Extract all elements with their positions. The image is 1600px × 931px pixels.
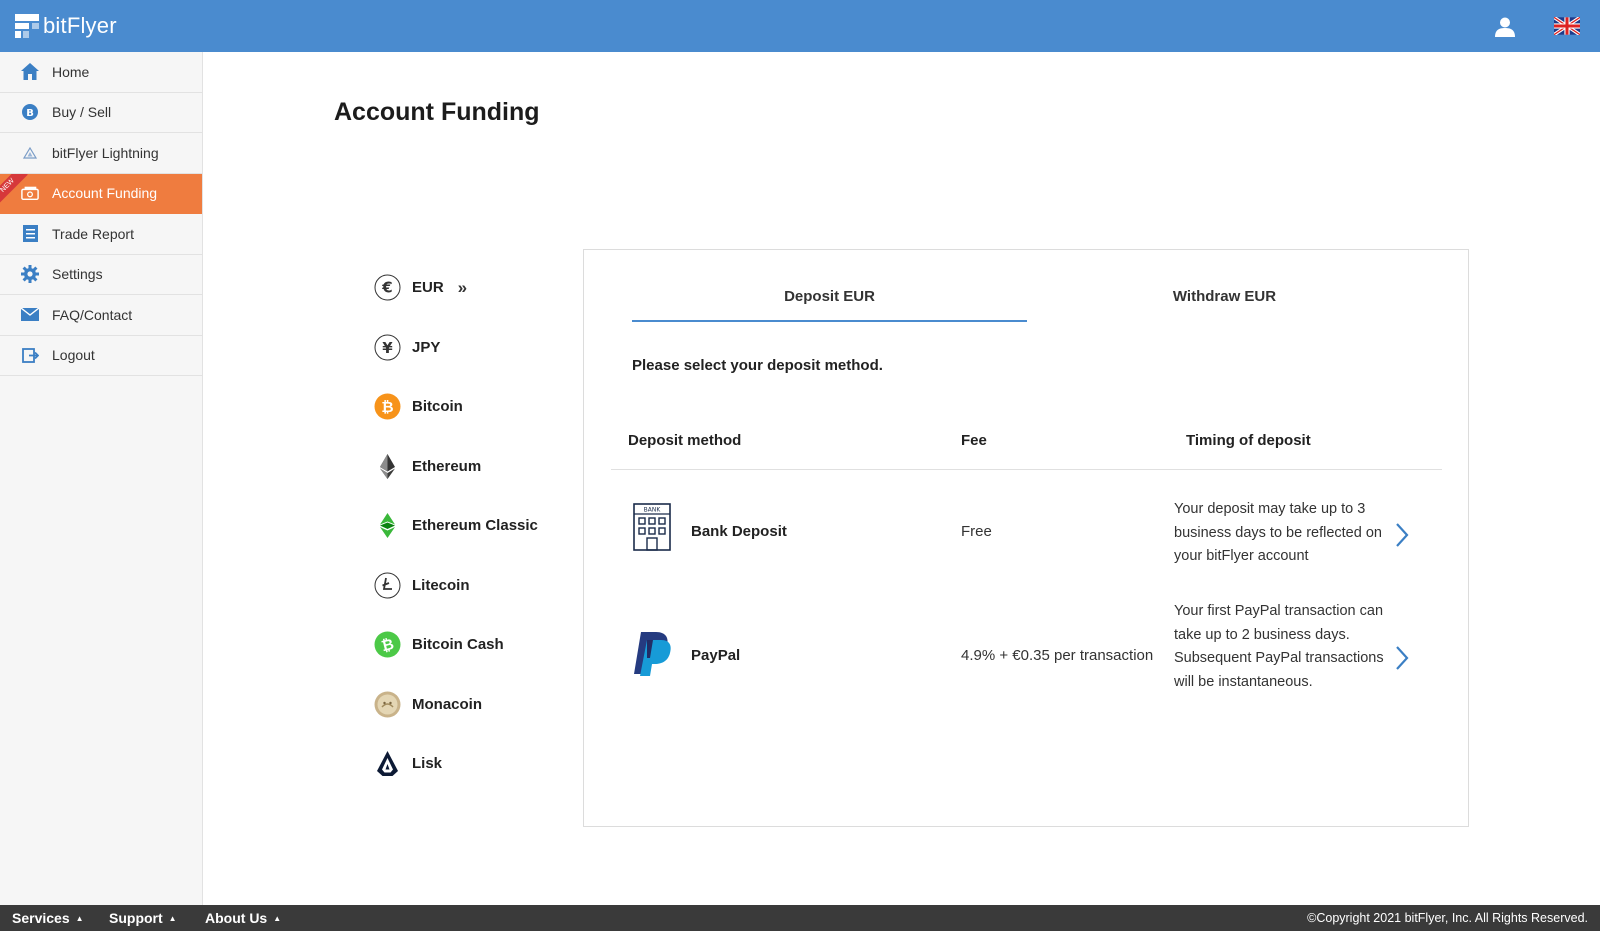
svg-text:B: B — [26, 108, 34, 119]
caret-up-icon: ▲ — [75, 914, 84, 923]
deposit-panel: Deposit EUR Withdraw EUR Please select y… — [583, 249, 1469, 827]
footer-link-about-us[interactable]: About Us ▲ — [205, 910, 281, 926]
currency-item-monacoin[interactable]: Monacoin — [374, 675, 574, 735]
tab-deposit-eur[interactable]: Deposit EUR — [632, 280, 1027, 322]
sidebar-item-label: FAQ/Contact — [52, 306, 133, 323]
currency-item-lisk[interactable]: Lisk — [374, 734, 574, 794]
footer-link-label: Support — [109, 910, 163, 926]
sidebar-item-faq-contact[interactable]: FAQ/Contact — [0, 295, 202, 336]
bitflyer-logo-mark-icon — [15, 14, 39, 38]
report-icon — [21, 225, 39, 243]
page-title: Account Funding — [334, 98, 540, 126]
wallet-icon — [21, 184, 39, 202]
sidebar-item-logout[interactable]: Logout — [0, 335, 202, 376]
chevron-right-icon — [1396, 646, 1409, 670]
logout-icon — [21, 346, 39, 364]
ethereum-classic-icon — [374, 512, 401, 539]
caret-up-icon: ▲ — [168, 914, 177, 923]
deposit-fee: Free — [961, 523, 992, 540]
svg-text:BANK: BANK — [644, 507, 662, 514]
currency-item-bitcoin-cash[interactable]: ₿ Bitcoin Cash — [374, 615, 574, 675]
yen-icon: ¥ — [374, 334, 401, 361]
footer-link-label: About Us — [205, 910, 268, 926]
copyright-text: ©Copyright 2021 bitFlyer, Inc. All Right… — [1307, 911, 1588, 925]
svg-text:€: € — [381, 279, 392, 297]
currency-item-ethereum-classic[interactable]: Ethereum Classic — [374, 496, 574, 556]
sidebar-item-account-funding[interactable]: NEW Account Funding — [0, 173, 202, 214]
currency-label: Lisk — [412, 755, 443, 773]
svg-text:¥: ¥ — [382, 339, 393, 357]
lightning-icon — [21, 144, 39, 162]
sidebar-item-trade-report[interactable]: Trade Report — [0, 214, 202, 255]
euro-icon: € — [374, 274, 401, 301]
top-navigation-bar: bitFlyer — [0, 0, 1600, 52]
column-header-fee: Fee — [961, 432, 987, 449]
ethereum-icon — [374, 453, 401, 480]
sidebar-item-label: Home — [52, 63, 90, 80]
home-icon — [21, 63, 39, 81]
mail-icon — [21, 306, 39, 324]
sidebar-item-label: Buy / Sell — [52, 104, 112, 121]
currency-item-bitcoin[interactable]: ₿ Bitcoin — [374, 377, 574, 437]
monacoin-icon — [374, 691, 401, 718]
currency-list: € EUR » ¥ JPY ₿ Bitcoin Ethereum Ethereu… — [374, 258, 574, 794]
currency-item-eur[interactable]: € EUR » — [374, 258, 574, 318]
user-icon[interactable] — [1494, 16, 1516, 38]
tab-withdraw-eur[interactable]: Withdraw EUR — [1027, 280, 1422, 322]
currency-label: Ethereum Classic — [412, 517, 538, 535]
currency-item-litecoin[interactable]: Litecoin — [374, 556, 574, 616]
lisk-icon — [374, 750, 401, 777]
deposit-instruction: Please select your deposit method. — [632, 357, 883, 374]
caret-up-icon: ▲ — [273, 914, 282, 923]
footer-link-support[interactable]: Support ▲ — [109, 910, 177, 926]
bank-icon: BANK — [633, 503, 671, 551]
paypal-icon — [634, 632, 671, 676]
currency-label: Litecoin — [412, 576, 470, 594]
sidebar-item-label: Account Funding — [52, 185, 158, 202]
deposit-fee: 4.9% + €0.35 per transaction — [961, 647, 1154, 664]
sidebar-item-label: bitFlyer Lightning — [52, 144, 159, 161]
logo-text: bitFlyer — [43, 13, 117, 38]
footer-link-label: Services — [12, 910, 70, 926]
deposit-method-name: Bank Deposit — [691, 523, 787, 540]
currency-item-ethereum[interactable]: Ethereum — [374, 437, 574, 497]
uk-flag-icon[interactable] — [1554, 17, 1580, 35]
currency-label: Bitcoin — [412, 398, 463, 416]
sidebar-item-buy-sell[interactable]: B Buy / Sell — [0, 92, 202, 133]
column-header-timing: Timing of deposit — [1186, 432, 1311, 449]
deposit-method-row-bank[interactable]: BANK Bank Deposit Free Your deposit may … — [611, 498, 1442, 572]
sidebar-item-label: Logout — [52, 347, 95, 364]
sidebar-item-label: Trade Report — [52, 225, 134, 242]
bitcoin-cash-icon: ₿ — [374, 631, 401, 658]
header-divider — [611, 469, 1442, 470]
bitcoin-icon: B — [21, 103, 39, 121]
column-header-deposit-method: Deposit method — [628, 432, 742, 449]
currency-label: Ethereum — [412, 457, 482, 475]
deposit-method-name: PayPal — [691, 647, 741, 664]
svg-text:₿: ₿ — [381, 398, 393, 416]
currency-label: Monacoin — [412, 695, 482, 713]
footer: Services ▲ Support ▲ About Us ▲ ©Copyright … — [0, 905, 1600, 931]
currency-label: Bitcoin Cash — [412, 636, 504, 654]
bitflyer-logo[interactable]: bitFlyer — [15, 13, 117, 39]
double-chevron-right-icon: » — [457, 277, 468, 297]
deposit-timing: Your first PayPal transaction can take u… — [1174, 603, 1384, 690]
bitcoin-icon: ₿ — [374, 393, 401, 420]
sidebar-item-settings[interactable]: Settings — [0, 254, 202, 295]
sidebar: Home B Buy / Sell bitFlyer Lightning NEW… — [0, 52, 203, 905]
sidebar-item-bitflyer-lightning[interactable]: bitFlyer Lightning — [0, 133, 202, 174]
sidebar-item-home[interactable]: Home — [0, 52, 202, 93]
sidebar-item-label: Settings — [52, 266, 103, 283]
litecoin-icon — [374, 572, 401, 599]
currency-item-jpy[interactable]: ¥ JPY — [374, 318, 574, 378]
chevron-right-icon — [1396, 523, 1409, 547]
currency-label: JPY — [412, 338, 441, 356]
gear-icon — [21, 265, 39, 284]
currency-label: EUR — [412, 279, 444, 297]
deposit-timing: Your deposit may take up to 3 business d… — [1174, 501, 1382, 564]
footer-link-services[interactable]: Services ▲ — [12, 910, 84, 926]
deposit-method-row-paypal[interactable]: PayPal 4.9% + €0.35 per transaction Your… — [611, 600, 1442, 720]
